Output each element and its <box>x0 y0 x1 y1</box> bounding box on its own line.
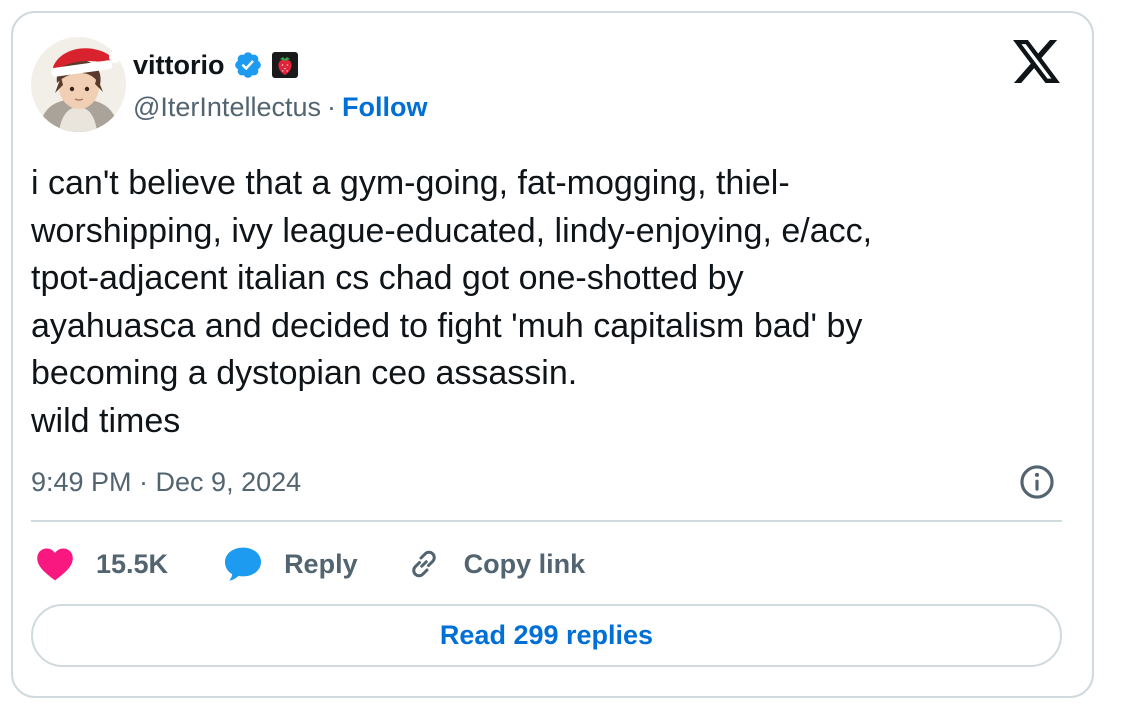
like-button[interactable]: 15.5K <box>36 547 168 581</box>
follow-button[interactable]: Follow <box>342 90 427 124</box>
reply-label: Reply <box>284 548 358 579</box>
heart-icon <box>37 548 73 581</box>
tweet-text-line: wild times <box>31 401 181 440</box>
reply-button[interactable]: Reply <box>224 546 358 582</box>
copy-link-label: Copy link <box>463 548 586 579</box>
author-handle-row: @IterIntellectus · Follow <box>133 90 427 124</box>
author-display-name[interactable]: vittorio <box>133 47 225 83</box>
read-replies-button[interactable]: Read 299 replies <box>31 604 1062 667</box>
author-handle[interactable]: @IterIntellectus <box>133 90 321 124</box>
like-count: 15.5K <box>96 548 169 579</box>
x-logo-icon[interactable] <box>1013 40 1060 83</box>
tweet-text-line: ayahuasca and decided to fight 'muh capi… <box>31 306 863 345</box>
tweet-text-line: becoming a dystopian ceo assassin. <box>31 354 578 392</box>
tweet-text-line: worshipping, ivy league-educated, lindy-… <box>31 211 873 250</box>
tweet-actions: 15.5K Reply Copy link <box>31 541 585 587</box>
verified-badge-icon <box>233 50 263 80</box>
tweet-text: i can't believe that a gym-going, fat-mo… <box>31 160 1071 445</box>
strawberry-badge-icon <box>271 51 299 79</box>
tweet-timestamp[interactable]: 9:49 PM · Dec 9, 2024 <box>31 462 301 502</box>
info-icon[interactable] <box>1018 463 1056 501</box>
tweet-text-line: i can't believe that a gym-going, fat-mo… <box>31 164 790 202</box>
avatar-illustration <box>31 37 126 132</box>
divider <box>31 520 1062 522</box>
handle-separator: · <box>327 92 336 122</box>
author-name-row: vittorio <box>133 47 299 83</box>
link-icon <box>411 550 436 578</box>
reply-bubble-icon <box>225 547 262 581</box>
tweet-text-line: tpot-adjacent italian cs chad got one-sh… <box>31 259 744 297</box>
author-avatar[interactable] <box>31 37 126 132</box>
copy-link-button[interactable]: Copy link <box>406 546 586 582</box>
